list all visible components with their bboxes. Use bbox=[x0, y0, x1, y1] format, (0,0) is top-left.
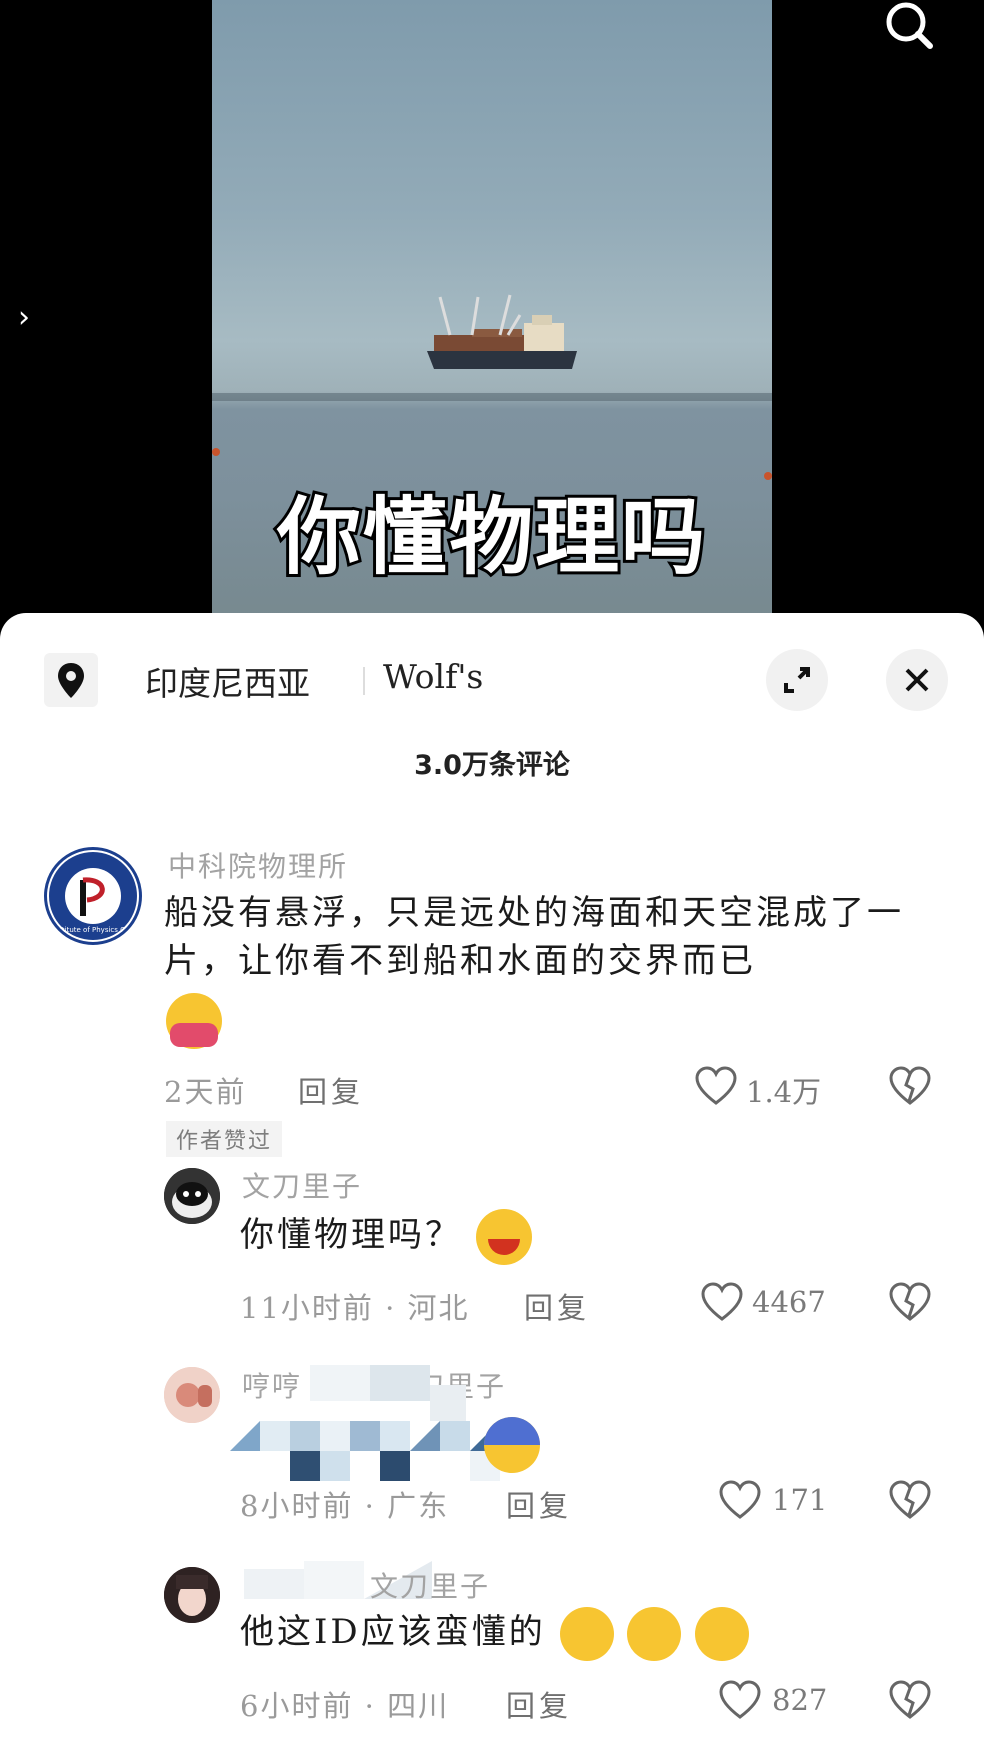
dislike-icon[interactable] bbox=[888, 1281, 932, 1323]
dislike-icon[interactable] bbox=[888, 1679, 932, 1721]
avatar[interactable] bbox=[164, 1567, 220, 1623]
comment-time: 2天前 bbox=[164, 1075, 247, 1109]
avatar[interactable]: Institute of Physics CAS bbox=[44, 847, 142, 945]
comment-time: 11小时前 · 河北 bbox=[240, 1291, 470, 1325]
laughing-crying-emoji-icon bbox=[475, 1209, 532, 1265]
location-button[interactable] bbox=[44, 653, 98, 707]
buoy bbox=[212, 448, 220, 456]
user-avatar-icon bbox=[164, 1367, 220, 1423]
hug-emoji-icon bbox=[166, 993, 222, 1049]
dislike-icon[interactable] bbox=[888, 1479, 932, 1521]
comment-time: 8小时前 · 广东 bbox=[240, 1489, 450, 1523]
like-count: 827 bbox=[772, 1683, 828, 1717]
divider bbox=[363, 667, 365, 695]
comment-time: 6小时前 · 四川 bbox=[240, 1689, 450, 1723]
comment-text: 他这ID应该蛮懂的 bbox=[240, 1607, 750, 1661]
dislike-icon[interactable] bbox=[888, 1065, 932, 1107]
avatar[interactable] bbox=[164, 1168, 220, 1224]
video-player[interactable]: 你懂物理吗 › bbox=[0, 0, 984, 620]
like-count: 4467 bbox=[752, 1285, 826, 1319]
comment-username[interactable]: 中科院物理所 bbox=[168, 845, 348, 885]
location-pin-icon bbox=[58, 663, 84, 698]
pleading-emoji-icon bbox=[695, 1607, 750, 1661]
comment-text-content: 你懂物理吗？ bbox=[240, 1215, 462, 1255]
reply-button[interactable]: 回复 bbox=[506, 1683, 572, 1725]
ship-image bbox=[427, 294, 577, 369]
pleading-emoji-icon bbox=[627, 1607, 682, 1661]
reply-button[interactable]: 回复 bbox=[298, 1069, 364, 1111]
place-name[interactable]: Wolf's bbox=[383, 657, 483, 696]
user-avatar-icon bbox=[164, 1567, 220, 1623]
close-button[interactable] bbox=[886, 649, 948, 711]
like-count: 171 bbox=[772, 1483, 828, 1517]
comment-username[interactable]: 文刀里子 bbox=[242, 1165, 362, 1205]
comment-text: 船没有悬浮，只是远处的海面和天空混成了一片，让你看不到船和水面的交界而已 bbox=[164, 889, 924, 985]
avatar-text: Institute of Physics CAS bbox=[52, 926, 135, 934]
reply-button[interactable]: 回复 bbox=[524, 1285, 590, 1327]
reply-button[interactable]: 回复 bbox=[506, 1483, 572, 1525]
search-icon[interactable] bbox=[876, 0, 936, 56]
like-icon[interactable] bbox=[718, 1679, 762, 1721]
location-name[interactable]: 印度尼西亚 bbox=[145, 657, 310, 705]
expand-icon bbox=[784, 667, 810, 693]
blurred-mosaic bbox=[230, 1365, 500, 1481]
avatar[interactable] bbox=[164, 1367, 220, 1423]
comment-text-content: 他这ID应该蛮懂的 bbox=[240, 1612, 546, 1652]
crying-emoji-icon bbox=[484, 1417, 540, 1473]
cat-avatar-icon bbox=[164, 1168, 220, 1224]
like-icon[interactable] bbox=[694, 1065, 738, 1107]
like-count: 1.4万 bbox=[746, 1075, 822, 1109]
comment-username-end[interactable]: 文刀里子 bbox=[370, 1565, 490, 1605]
comment-text: 你懂物理吗？ bbox=[240, 1209, 532, 1265]
chevron-right-icon[interactable]: › bbox=[18, 300, 30, 335]
video-caption: 你懂物理吗 bbox=[274, 485, 708, 589]
horizon bbox=[212, 393, 772, 401]
close-icon bbox=[905, 668, 929, 692]
institute-logo-icon: Institute of Physics CAS bbox=[49, 852, 137, 940]
like-icon[interactable] bbox=[718, 1479, 762, 1521]
like-icon[interactable] bbox=[700, 1281, 744, 1323]
comment-sheet: 印度尼西亚 Wolf's 3.0万条评论 Institute of Physic… bbox=[0, 613, 984, 1758]
comment-text-content: 船没有悬浮，只是远处的海面和天空混成了一片，让你看不到船和水面的交界而已 bbox=[164, 893, 904, 981]
comment-count: 3.0万条评论 bbox=[414, 750, 570, 781]
expand-button[interactable] bbox=[766, 649, 828, 711]
pleading-emoji-icon bbox=[559, 1607, 614, 1661]
author-liked-badge: 作者赞过 bbox=[166, 1121, 283, 1157]
